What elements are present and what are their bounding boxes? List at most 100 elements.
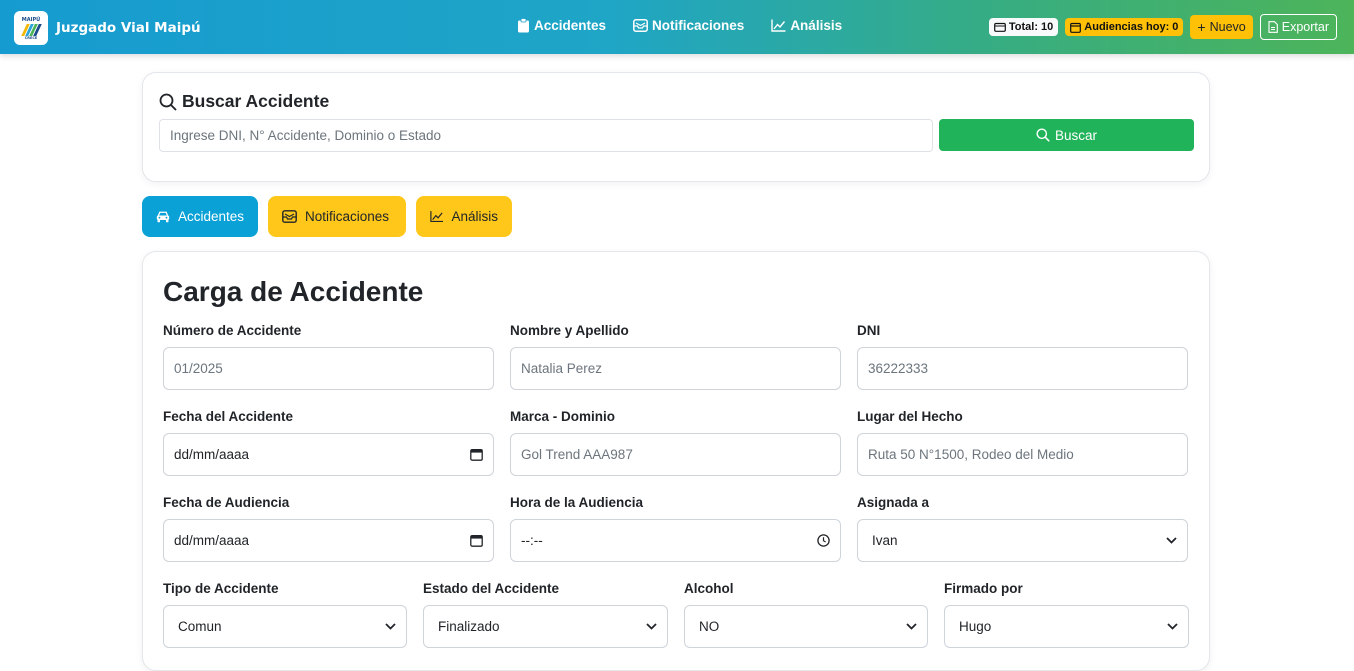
select-value: NO: [699, 619, 720, 634]
wallet-icon: [993, 22, 1006, 32]
field-asignada: Asignada a Ivan: [857, 495, 1188, 562]
total-badge: Total: 10: [988, 18, 1059, 36]
chevron-down-icon: [1166, 537, 1177, 544]
nav-link-analisis[interactable]: Análisis: [771, 18, 842, 33]
date-value: dd/mm/aaaa: [174, 447, 250, 462]
brand-name: Juzgado Vial Maipú: [56, 20, 201, 36]
field-dni: DNI 36222333: [857, 323, 1188, 390]
envelope-icon: [633, 19, 648, 32]
search-title: Buscar Accidente: [159, 91, 329, 112]
date-value: dd/mm/aaaa: [174, 533, 250, 548]
tab-label: Accidentes: [177, 209, 244, 224]
dni-input[interactable]: 36222333: [857, 347, 1188, 390]
chevron-down-icon: [1167, 623, 1178, 630]
top-navbar: MAIPÚ CRECE Juzgado Vial Maipú Accidente…: [0, 0, 1354, 54]
hora-audiencia-input[interactable]: --:--: [510, 519, 841, 562]
field-label: Tipo de Accidente: [163, 581, 279, 596]
field-nombre: Nombre y Apellido Natalia Perez: [510, 323, 841, 390]
tab-analisis[interactable]: Análisis: [416, 196, 512, 237]
search-button-label: Buscar: [1054, 127, 1098, 143]
total-badge-text: Total: 10: [1008, 21, 1054, 33]
nav-link-accidentes[interactable]: Accidentes: [517, 18, 606, 33]
estado-accidente-select[interactable]: Finalizado: [423, 605, 668, 648]
nav-link-notificaciones[interactable]: Notificaciones: [633, 18, 744, 33]
tab-accidentes[interactable]: Accidentes: [142, 196, 258, 237]
nav-link-label: Notificaciones: [652, 18, 745, 33]
nombre-apellido-input[interactable]: Natalia Perez: [510, 347, 841, 390]
search-title-text: Buscar Accidente: [182, 91, 330, 111]
chevron-down-icon: [646, 623, 657, 630]
select-value: Ivan: [872, 533, 898, 548]
firmado-por-select[interactable]: Hugo: [944, 605, 1189, 648]
nuevo-button-label: Nuevo: [1209, 20, 1246, 34]
fecha-accidente-input[interactable]: dd/mm/aaaa: [163, 433, 494, 476]
calendar-icon[interactable]: [470, 534, 483, 547]
field-label: Lugar del Hecho: [857, 409, 963, 424]
search-icon: [159, 93, 177, 110]
tab-label: Notificaciones: [305, 209, 390, 224]
exportar-button-label: Exportar: [1281, 20, 1329, 34]
placeholder-text: Natalia Perez: [521, 361, 603, 376]
exportar-button[interactable]: Exportar: [1259, 14, 1337, 40]
brand-logo: MAIPÚ CRECE: [14, 11, 48, 45]
select-value: Finalizado: [438, 619, 500, 634]
placeholder-text: 36222333: [868, 361, 929, 376]
numero-accidente-input[interactable]: 01/2025: [163, 347, 494, 390]
field-label: Hora de la Audiencia: [510, 495, 644, 510]
search-input[interactable]: [159, 119, 933, 152]
logo-text-top: MAIPÚ: [21, 16, 41, 23]
field-label: Alcohol: [684, 581, 734, 596]
field-numero: Número de Accidente 01/2025: [163, 323, 494, 390]
plus-icon: +: [1197, 19, 1206, 35]
accident-form-card: Carga de Accidente Número de Accidente 0…: [142, 251, 1210, 671]
field-label: Nombre y Apellido: [510, 323, 629, 338]
calendar-icon[interactable]: [470, 448, 483, 461]
nav-links: Accidentes Notificaciones Análisis: [517, 18, 869, 33]
time-value: --:--: [521, 533, 543, 548]
field-label: Fecha del Accidente: [163, 409, 294, 424]
field-marca: Marca - Dominio Gol Trend AAA987: [510, 409, 841, 476]
lugar-hecho-input[interactable]: Ruta 50 N°1500, Rodeo del Medio: [857, 433, 1188, 476]
field-label: DNI: [857, 323, 881, 338]
logo-text-bottom: CRECE: [24, 35, 38, 40]
field-label: Asignada a: [857, 495, 930, 510]
search-icon: [1036, 128, 1050, 142]
clock-icon[interactable]: [817, 534, 830, 547]
field-label: Estado del Accidente: [423, 581, 560, 596]
form-title: Carga de Accidente: [163, 276, 424, 307]
nuevo-button[interactable]: + Nuevo: [1190, 15, 1253, 39]
tab-notificaciones[interactable]: Notificaciones: [268, 196, 406, 237]
logo-stripes: [20, 23, 42, 36]
placeholder-text: Ruta 50 N°1500, Rodeo del Medio: [868, 447, 1074, 462]
placeholder-text: 01/2025: [174, 361, 223, 376]
fecha-audiencia-input[interactable]: dd/mm/aaaa: [163, 519, 494, 562]
alcohol-select[interactable]: NO: [684, 605, 928, 648]
field-fecha-audiencia: Fecha de Audiencia dd/mm/aaaa: [163, 495, 494, 562]
field-label: Firmado por: [944, 581, 1023, 596]
nav-link-label: Análisis: [790, 18, 843, 33]
field-label: Fecha de Audiencia: [163, 495, 290, 510]
search-button[interactable]: Buscar: [939, 119, 1194, 151]
audiencias-badge: Audiencias hoy: 0: [1065, 18, 1184, 36]
section-tabs: Accidentes Notificaciones Análisis: [142, 196, 522, 237]
car-icon: [156, 211, 170, 222]
audiencias-badge-text: Audiencias hoy: 0: [1084, 21, 1179, 33]
asignada-select[interactable]: Ivan: [857, 519, 1188, 562]
brand[interactable]: MAIPÚ CRECE Juzgado Vial Maipú: [14, 11, 201, 45]
placeholder-text: Gol Trend AAA987: [521, 447, 633, 462]
select-value: Hugo: [959, 619, 992, 634]
envelope-icon: [282, 210, 297, 223]
chevron-down-icon: [906, 623, 917, 630]
clipboard-icon: [518, 18, 529, 33]
file-icon: [1268, 21, 1278, 33]
search-card: Buscar Accidente Buscar: [142, 72, 1210, 182]
field-lugar: Lugar del Hecho Ruta 50 N°1500, Rodeo de…: [857, 409, 1188, 476]
field-label: Número de Accidente: [163, 323, 302, 338]
marca-dominio-input[interactable]: Gol Trend AAA987: [510, 433, 841, 476]
field-fecha-accidente: Fecha del Accidente dd/mm/aaaa: [163, 409, 494, 476]
chart-line-icon: [771, 19, 786, 32]
nav-link-label: Accidentes: [534, 18, 607, 33]
tab-label: Análisis: [451, 209, 498, 224]
tipo-accidente-select[interactable]: Comun: [163, 605, 407, 648]
field-label: Marca - Dominio: [510, 409, 616, 424]
